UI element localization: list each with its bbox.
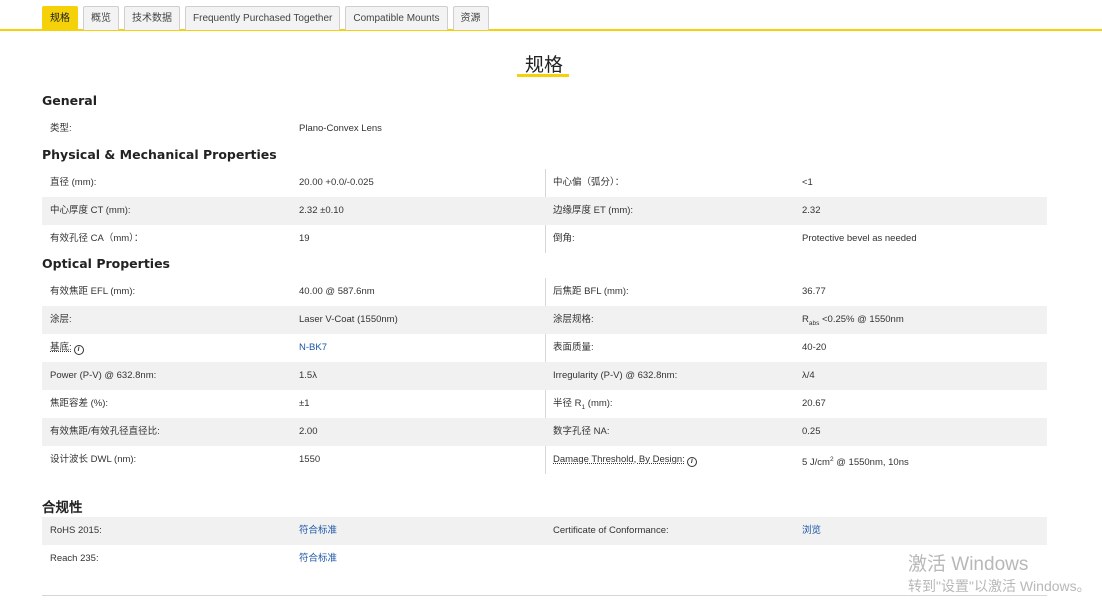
spec-label: Irregularity (P-V) @ 632.8nm: — [553, 370, 678, 381]
spec-value: λ/4 — [802, 370, 815, 381]
tab-bar: 规格 概览 技术数据 Frequently Purchased Together… — [0, 4, 1102, 31]
page-title: 规格 — [524, 55, 563, 76]
spec-value: 2.32 — [802, 205, 821, 216]
spec-row-aperture: 有效孔径 CA（mm）： 19 倒角: Protective bevel as … — [42, 225, 1047, 253]
tab-overview[interactable]: 概览 — [83, 6, 119, 30]
windows-activation-hint: 转到"设置"以激活 Windows。 — [908, 578, 1091, 594]
substrate-link[interactable]: N-BK7 — [299, 334, 327, 362]
spec-label: 有效孔径 CA（mm）： — [50, 233, 144, 244]
spec-value: 36.77 — [802, 286, 826, 297]
section-compliance-heading: 合规性 — [42, 500, 83, 516]
spec-row-diameter: 直径 (mm): 20.00 +0.0/-0.025 中心偏（弧分）： <1 — [42, 169, 1047, 197]
spec-row-dwl: 设计波长 DWL (nm): 1550 Damage Threshold, By… — [42, 446, 1047, 474]
spec-label: 后焦距 BFL (mm): — [553, 286, 629, 297]
spec-value: 2.32 ±0.10 — [299, 205, 344, 216]
spec-value: 0.25 — [802, 426, 821, 437]
spec-value: <1 — [802, 177, 813, 188]
spec-row-fnumber: 有效焦距/有效孔径直径比: 2.00 数字孔径 NA: 0.25 — [42, 418, 1047, 446]
spec-label: 焦距容差 (%): — [50, 398, 109, 409]
title-underline — [517, 74, 569, 77]
spec-row-type: 类型: Plano-Convex Lens — [42, 115, 1047, 143]
tab-resources[interactable]: 资源 — [452, 6, 489, 30]
spec-label: 中心偏（弧分）： — [553, 177, 625, 188]
spec-value: 5 J/cm2 @ 1550nm, 10ns — [802, 456, 909, 469]
tab-frequently-purchased[interactable]: Frequently Purchased Together — [185, 6, 341, 30]
spec-label: 中心厚度 CT (mm): — [50, 205, 131, 216]
spec-row-rohs: RoHS 2015: 符合标准 Certificate of Conforman… — [42, 517, 1047, 545]
spec-value: 1550 — [299, 454, 321, 465]
spec-value: Protective bevel as needed — [802, 233, 917, 244]
spec-label: Certificate of Conformance: — [553, 525, 669, 536]
spec-value: 20.67 — [802, 398, 826, 409]
spec-label: 涂层规格: — [553, 314, 594, 325]
spec-value: 40.00 @ 587.6nm — [299, 286, 375, 297]
bottom-divider — [42, 595, 1047, 596]
spec-label: 数字孔径 NA: — [553, 426, 610, 437]
tab-specs[interactable]: 规格 — [42, 6, 78, 30]
spec-value: Plano-Convex Lens — [299, 123, 382, 134]
spec-label: Reach 235: — [50, 553, 99, 564]
spec-label: 直径 (mm): — [50, 177, 97, 188]
spec-value: 2.00 — [299, 426, 318, 437]
spec-label: 基底: i — [50, 334, 84, 362]
spec-label: RoHS 2015: — [50, 525, 102, 536]
info-icon[interactable]: i — [73, 345, 84, 355]
spec-label: 表面质量: — [553, 342, 594, 353]
rohs-compliance-link[interactable]: 符合标准 — [299, 517, 337, 545]
spec-value: Laser V-Coat (1550nm) — [299, 314, 398, 325]
spec-value: 19 — [299, 233, 310, 244]
spec-row-focal-tolerance: 焦距容差 (%): ±1 半径 R1 (mm): 20.67 — [42, 390, 1047, 418]
spec-value: ±1 — [299, 398, 310, 409]
spec-label: Power (P-V) @ 632.8nm: — [50, 370, 157, 381]
spec-row-reach: Reach 235: 符合标准 — [42, 545, 1047, 573]
spec-label: 设计波长 DWL (nm): — [50, 454, 137, 465]
spec-row-thickness: 中心厚度 CT (mm): 2.32 ±0.10 边缘厚度 ET (mm): 2… — [42, 197, 1047, 225]
reach-compliance-link[interactable]: 符合标准 — [299, 545, 337, 573]
spec-label: 有效焦距 EFL (mm): — [50, 286, 136, 297]
section-physical-heading: Physical & Mechanical Properties — [42, 147, 277, 162]
windows-activation-watermark: 激活 Windows — [908, 554, 1029, 575]
spec-value: 1.5λ — [299, 370, 317, 381]
spec-label: 类型: — [50, 123, 72, 134]
spec-label: 倒角: — [553, 233, 575, 244]
spec-label: Damage Threshold, By Design: i — [553, 446, 697, 474]
section-general-heading: General — [42, 93, 97, 108]
spec-row-power: Power (P-V) @ 632.8nm: 1.5λ Irregularity… — [42, 362, 1047, 390]
section-optical-heading: Optical Properties — [42, 256, 170, 271]
spec-row-substrate: 基底: i N-BK7 表面质量: 40-20 — [42, 334, 1047, 362]
spec-row-efl: 有效焦距 EFL (mm): 40.00 @ 587.6nm 后焦距 BFL (… — [42, 278, 1047, 306]
tab-technical-data[interactable]: 技术数据 — [124, 6, 180, 30]
info-icon[interactable]: i — [686, 457, 697, 467]
tab-compatible-mounts[interactable]: Compatible Mounts — [345, 6, 448, 30]
coc-view-link[interactable]: 浏览 — [802, 517, 821, 545]
spec-label: 有效焦距/有效孔径直径比: — [50, 426, 160, 437]
spec-label: 涂层: — [50, 314, 72, 325]
spec-row-coating: 涂层: Laser V-Coat (1550nm) 涂层规格: Rabs <0.… — [42, 306, 1047, 334]
spec-label: 边缘厚度 ET (mm): — [553, 205, 634, 216]
spec-value: 20.00 +0.0/-0.025 — [299, 177, 374, 188]
spec-value: 40-20 — [802, 342, 827, 353]
